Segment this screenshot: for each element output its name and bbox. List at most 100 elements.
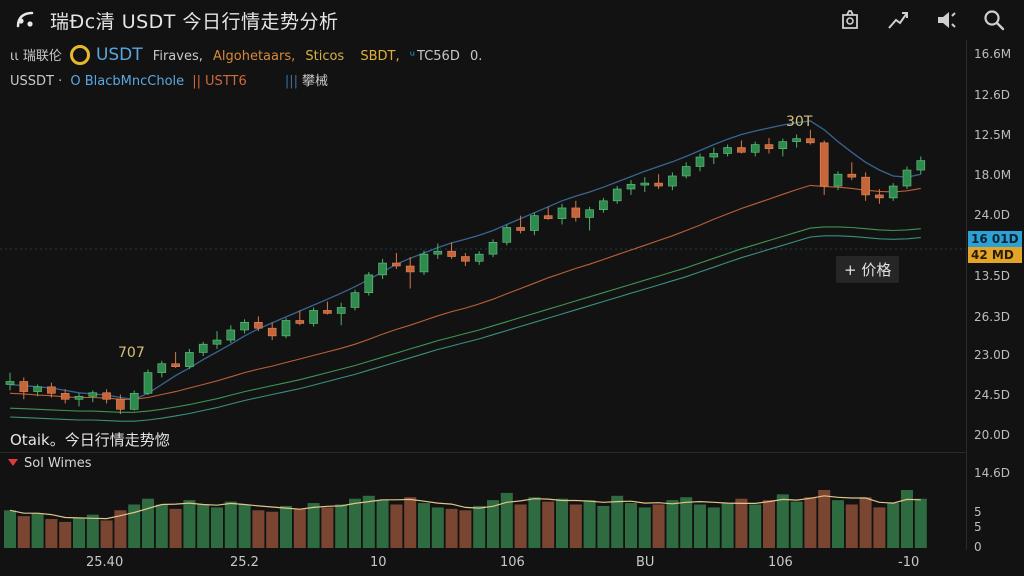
volume-bar [197,504,210,548]
candle-body [888,185,898,199]
volume-bar [17,516,30,548]
x-tick: 10 [370,555,387,570]
candle-body [557,207,567,219]
volume-bar [45,519,58,548]
candle-body [226,329,236,341]
volume-bar [59,521,72,548]
volume-bar [625,503,637,548]
price-axis-divider [966,40,967,550]
volume-bar [873,507,886,548]
volume-bar [611,495,624,548]
chart-caption: Otaik。今日行情走势惚 [10,431,170,449]
y-tick: 13.5D [974,269,1010,283]
candle-body [750,144,760,153]
candle-body [88,392,98,397]
volume-bar [73,517,85,548]
candle-body [819,142,829,187]
volume-bar [224,501,237,548]
candle-body [19,381,29,392]
candle-body [309,310,318,324]
volume-bar [266,511,279,548]
y-tick: 26.3D [974,310,1010,324]
volume-bar [211,507,223,548]
volume-bar [666,500,679,548]
candle-body [392,262,401,267]
y-tick: 12.5M [974,128,1012,142]
candle-body [350,292,360,308]
crosshair-label: + 价格 [836,256,900,283]
candle-body [240,321,249,331]
low-label: 707 [118,345,145,361]
y-tick: 20.0D [974,428,1010,442]
candle-body [792,138,801,142]
x-tick: 25.2 [230,555,259,570]
price-chart[interactable] [0,0,966,556]
candle-body [47,386,56,394]
volume-bar [638,507,651,548]
candle-body [295,320,305,324]
candle-body [585,209,594,218]
candle-body [129,393,139,410]
candle-body [723,147,732,154]
candle-body [323,310,332,314]
candle-body [847,173,857,178]
y-tick: 23.0D [974,348,1010,362]
volume-bar [280,505,292,548]
y-tick: 18.0M [974,168,1012,182]
volume-bar [569,504,582,548]
vol-y-tick: 5 [974,505,982,519]
volume-bar [652,504,665,548]
candle-body [254,321,263,329]
volume-divider [0,452,966,453]
candle-body [198,343,208,353]
candle-body [681,166,691,177]
candle-body [185,352,194,367]
candle-body [33,386,42,392]
candle-body [916,160,926,171]
volume-bar [542,501,555,548]
volume-bar [390,504,403,548]
volume-bar [100,520,113,548]
y-tick: 12.6D [974,88,1010,102]
volume-bar [142,498,154,548]
volume-bar [431,507,444,548]
volume-bar [901,490,913,548]
volume-title[interactable]: Sol Wimes [8,456,92,471]
candle-body [281,320,291,337]
candle-body [806,138,815,144]
collapse-triangle-icon[interactable] [8,459,18,466]
candle-body [143,372,153,394]
candle-body [461,256,470,262]
y-tick: 24.0D [974,208,1010,222]
candle-body [212,339,222,345]
y-tick: 16.6M [974,47,1012,61]
candle-body [474,253,484,262]
candle-body [433,250,443,255]
volume-bar [583,500,596,548]
candle-body [419,253,429,273]
candle-body [116,398,125,410]
candle-body [5,381,15,385]
volume-bar [818,490,831,548]
volume-bar [914,498,927,548]
x-tick: BU [636,555,655,570]
candle-body [654,182,663,187]
search-icon[interactable] [982,8,1006,32]
candle-body [571,207,581,218]
candle-body [902,169,912,187]
volume-bar [445,508,458,548]
volume-bar [887,503,900,548]
candle-body [599,200,608,211]
volume-bar [804,497,817,548]
volume-bar [238,504,251,548]
volume-bar [307,503,320,548]
candle-body [543,215,553,219]
volume-bar [473,505,486,548]
candle-body [267,327,277,337]
volume-bar [4,510,16,548]
volume-bar [459,510,472,548]
vol-y-tick: 5 [974,520,982,534]
volume-bar [680,497,693,548]
volume-bar [845,504,858,548]
volume-bar [832,500,844,548]
